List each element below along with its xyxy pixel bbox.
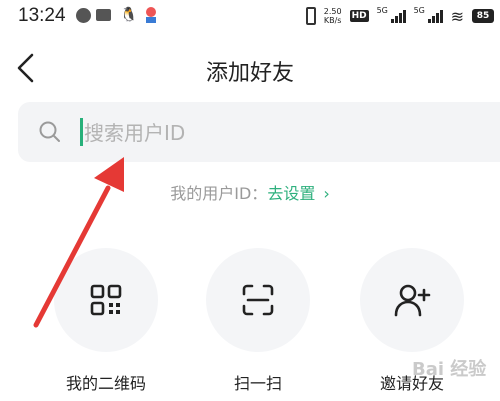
message-icon: [96, 9, 111, 21]
search-input[interactable]: [82, 112, 466, 154]
qq-icon: 🐧: [120, 7, 138, 23]
my-user-id-row: 我的用户ID：去设置 ›: [0, 180, 500, 204]
qr-code-icon: [90, 284, 122, 316]
vibrate-icon: [305, 7, 316, 25]
my-qr-code-label: 我的二维码: [65, 374, 146, 393]
go-settings-link[interactable]: 去设置: [267, 184, 315, 203]
scan-icon: [242, 284, 274, 316]
signal-icon-2: 5G: [414, 6, 443, 23]
scan-label: 扫一扫: [233, 374, 282, 393]
invite-friends-button[interactable]: [360, 248, 464, 352]
status-bar: 13:24 🐧 2.50 KB/s HD 5G 5G ≋ 85: [0, 0, 500, 34]
page-title: 添加好友: [205, 61, 294, 86]
battery-icon: 85: [472, 9, 494, 23]
wifi-icon: ≋: [450, 6, 464, 26]
my-qr-code-button[interactable]: [54, 248, 158, 352]
app-notification-icon: [146, 7, 156, 23]
network-speed: 2.50 KB/s: [323, 7, 342, 25]
my-user-id-label: 我的用户ID：: [170, 184, 268, 203]
notification-icon: [76, 8, 91, 23]
hd-badge: HD: [349, 10, 369, 22]
search-box[interactable]: [18, 102, 500, 162]
signal-icon: 5G: [377, 6, 406, 23]
scan-button[interactable]: [206, 248, 310, 352]
status-time: 13:24: [18, 5, 66, 26]
add-user-icon: [394, 284, 431, 317]
chevron-right-icon[interactable]: ›: [323, 184, 329, 203]
search-icon: [39, 121, 60, 142]
watermark-logo: Bai 经验: [412, 359, 487, 380]
